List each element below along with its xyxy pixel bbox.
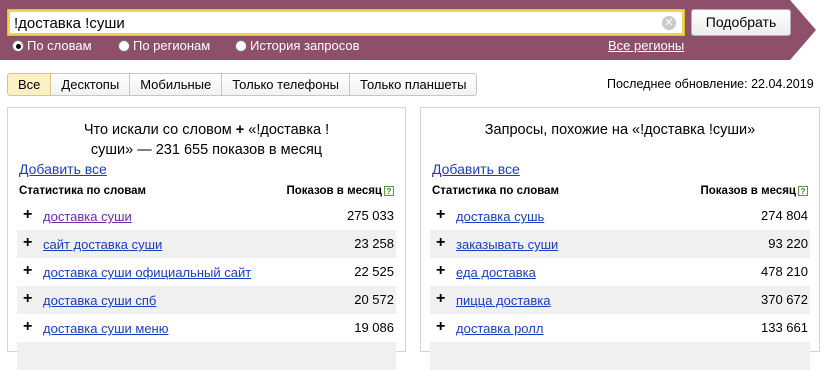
- impressions-count: 370 672: [761, 292, 808, 307]
- table-row: + доставка суши меню 19 086: [17, 314, 396, 342]
- add-plus-icon[interactable]: +: [23, 234, 32, 252]
- table-row: + доставка суши спб 20 572: [17, 286, 396, 314]
- impressions-count: 275 033: [347, 208, 394, 223]
- keyword-link[interactable]: доставка сушь: [456, 209, 544, 224]
- table-header: Статистика по словам Показов в месяц?: [432, 185, 808, 197]
- add-plus-icon[interactable]: +: [436, 262, 445, 280]
- help-icon[interactable]: ?: [384, 186, 394, 196]
- add-all-link[interactable]: Добавить все: [432, 161, 520, 177]
- table-row: [17, 342, 396, 370]
- tab-all[interactable]: Все: [7, 73, 52, 96]
- keyword-link[interactable]: доставка ролл: [456, 321, 543, 336]
- add-plus-icon[interactable]: +: [436, 234, 445, 252]
- add-plus-icon[interactable]: +: [23, 262, 32, 280]
- keyword-link[interactable]: сайт доставка суши: [43, 237, 162, 252]
- table-row: [430, 342, 810, 370]
- table-row: + доставка сушь 274 804: [430, 202, 810, 230]
- impressions-count: 274 804: [761, 208, 808, 223]
- add-all-link[interactable]: Добавить все: [19, 161, 107, 177]
- keyword-link[interactable]: доставка суши официальный сайт: [43, 265, 251, 280]
- similar-queries-panel: Запросы, похожие на «!доставка !суши» До…: [420, 107, 820, 370]
- impressions-count: 20 572: [354, 292, 394, 307]
- tab-desktops[interactable]: Десктопы: [51, 73, 131, 96]
- table-row: + доставка суши 275 033: [17, 202, 396, 230]
- keyword-link[interactable]: доставка суши: [43, 209, 132, 224]
- keyword-link[interactable]: доставка суши спб: [43, 293, 156, 308]
- search-header: ✕ Подобрать По словам По регионам Истори…: [0, 0, 828, 60]
- tab-phones-only[interactable]: Только телефоны: [222, 73, 351, 96]
- table-row: + еда доставка 478 210: [430, 258, 810, 286]
- impressions-count: 19 086: [354, 320, 394, 335]
- add-plus-icon[interactable]: +: [436, 206, 445, 224]
- last-update-text: Последнее обновление: 22.04.2019: [607, 77, 814, 91]
- table-row: + пицца доставка 370 672: [430, 286, 810, 314]
- radio-icon: [235, 40, 247, 52]
- radio-by-words[interactable]: По словам: [12, 38, 92, 53]
- words-panel: Что искали со словом + «!доставка ! суши…: [7, 107, 406, 370]
- add-plus-icon[interactable]: +: [436, 290, 445, 308]
- radio-selected-icon: [12, 40, 24, 52]
- radio-icon: [118, 40, 130, 52]
- plus-icon: +: [235, 122, 245, 138]
- table-row: + доставка ролл 133 661: [430, 314, 810, 342]
- all-regions-link[interactable]: Все регионы: [608, 38, 684, 53]
- search-box[interactable]: ✕: [7, 9, 685, 36]
- tab-tablets-only[interactable]: Только планшеты: [350, 73, 478, 96]
- tab-mobile[interactable]: Мобильные: [130, 73, 223, 96]
- impressions-count: 133 661: [761, 320, 808, 335]
- impressions-count: 23 258: [354, 236, 394, 251]
- table-row: + доставка суши официальный сайт 22 525: [17, 258, 396, 286]
- table-row: + заказывать суши 93 220: [430, 230, 810, 258]
- add-plus-icon[interactable]: +: [23, 206, 32, 224]
- radio-query-history[interactable]: История запросов: [235, 38, 360, 53]
- pick-button[interactable]: Подобрать: [691, 9, 791, 36]
- clear-icon[interactable]: ✕: [662, 16, 676, 30]
- keyword-link[interactable]: еда доставка: [456, 265, 536, 280]
- keyword-link[interactable]: пицца доставка: [456, 293, 551, 308]
- device-tabs: Все Десктопы Мобильные Только телефоны Т…: [7, 73, 478, 96]
- impressions-count: 22 525: [354, 264, 394, 279]
- add-plus-icon[interactable]: +: [23, 318, 32, 336]
- radio-by-regions[interactable]: По регионам: [118, 38, 210, 53]
- add-plus-icon[interactable]: +: [23, 290, 32, 308]
- panel-title: Что искали со словом + «!доставка ! суши…: [83, 122, 330, 158]
- panel-title: Запросы, похожие на «!доставка !суши»: [484, 122, 756, 138]
- help-icon[interactable]: ?: [798, 186, 808, 196]
- table-header: Статистика по словам Показов в месяц?: [19, 185, 394, 197]
- table-row: + сайт доставка суши 23 258: [17, 230, 396, 258]
- add-plus-icon[interactable]: +: [436, 318, 445, 336]
- keyword-link[interactable]: заказывать суши: [456, 237, 558, 252]
- impressions-count: 478 210: [761, 264, 808, 279]
- impressions-count: 93 220: [768, 236, 808, 251]
- search-input[interactable]: [14, 13, 654, 33]
- keyword-link[interactable]: доставка суши меню: [43, 321, 168, 336]
